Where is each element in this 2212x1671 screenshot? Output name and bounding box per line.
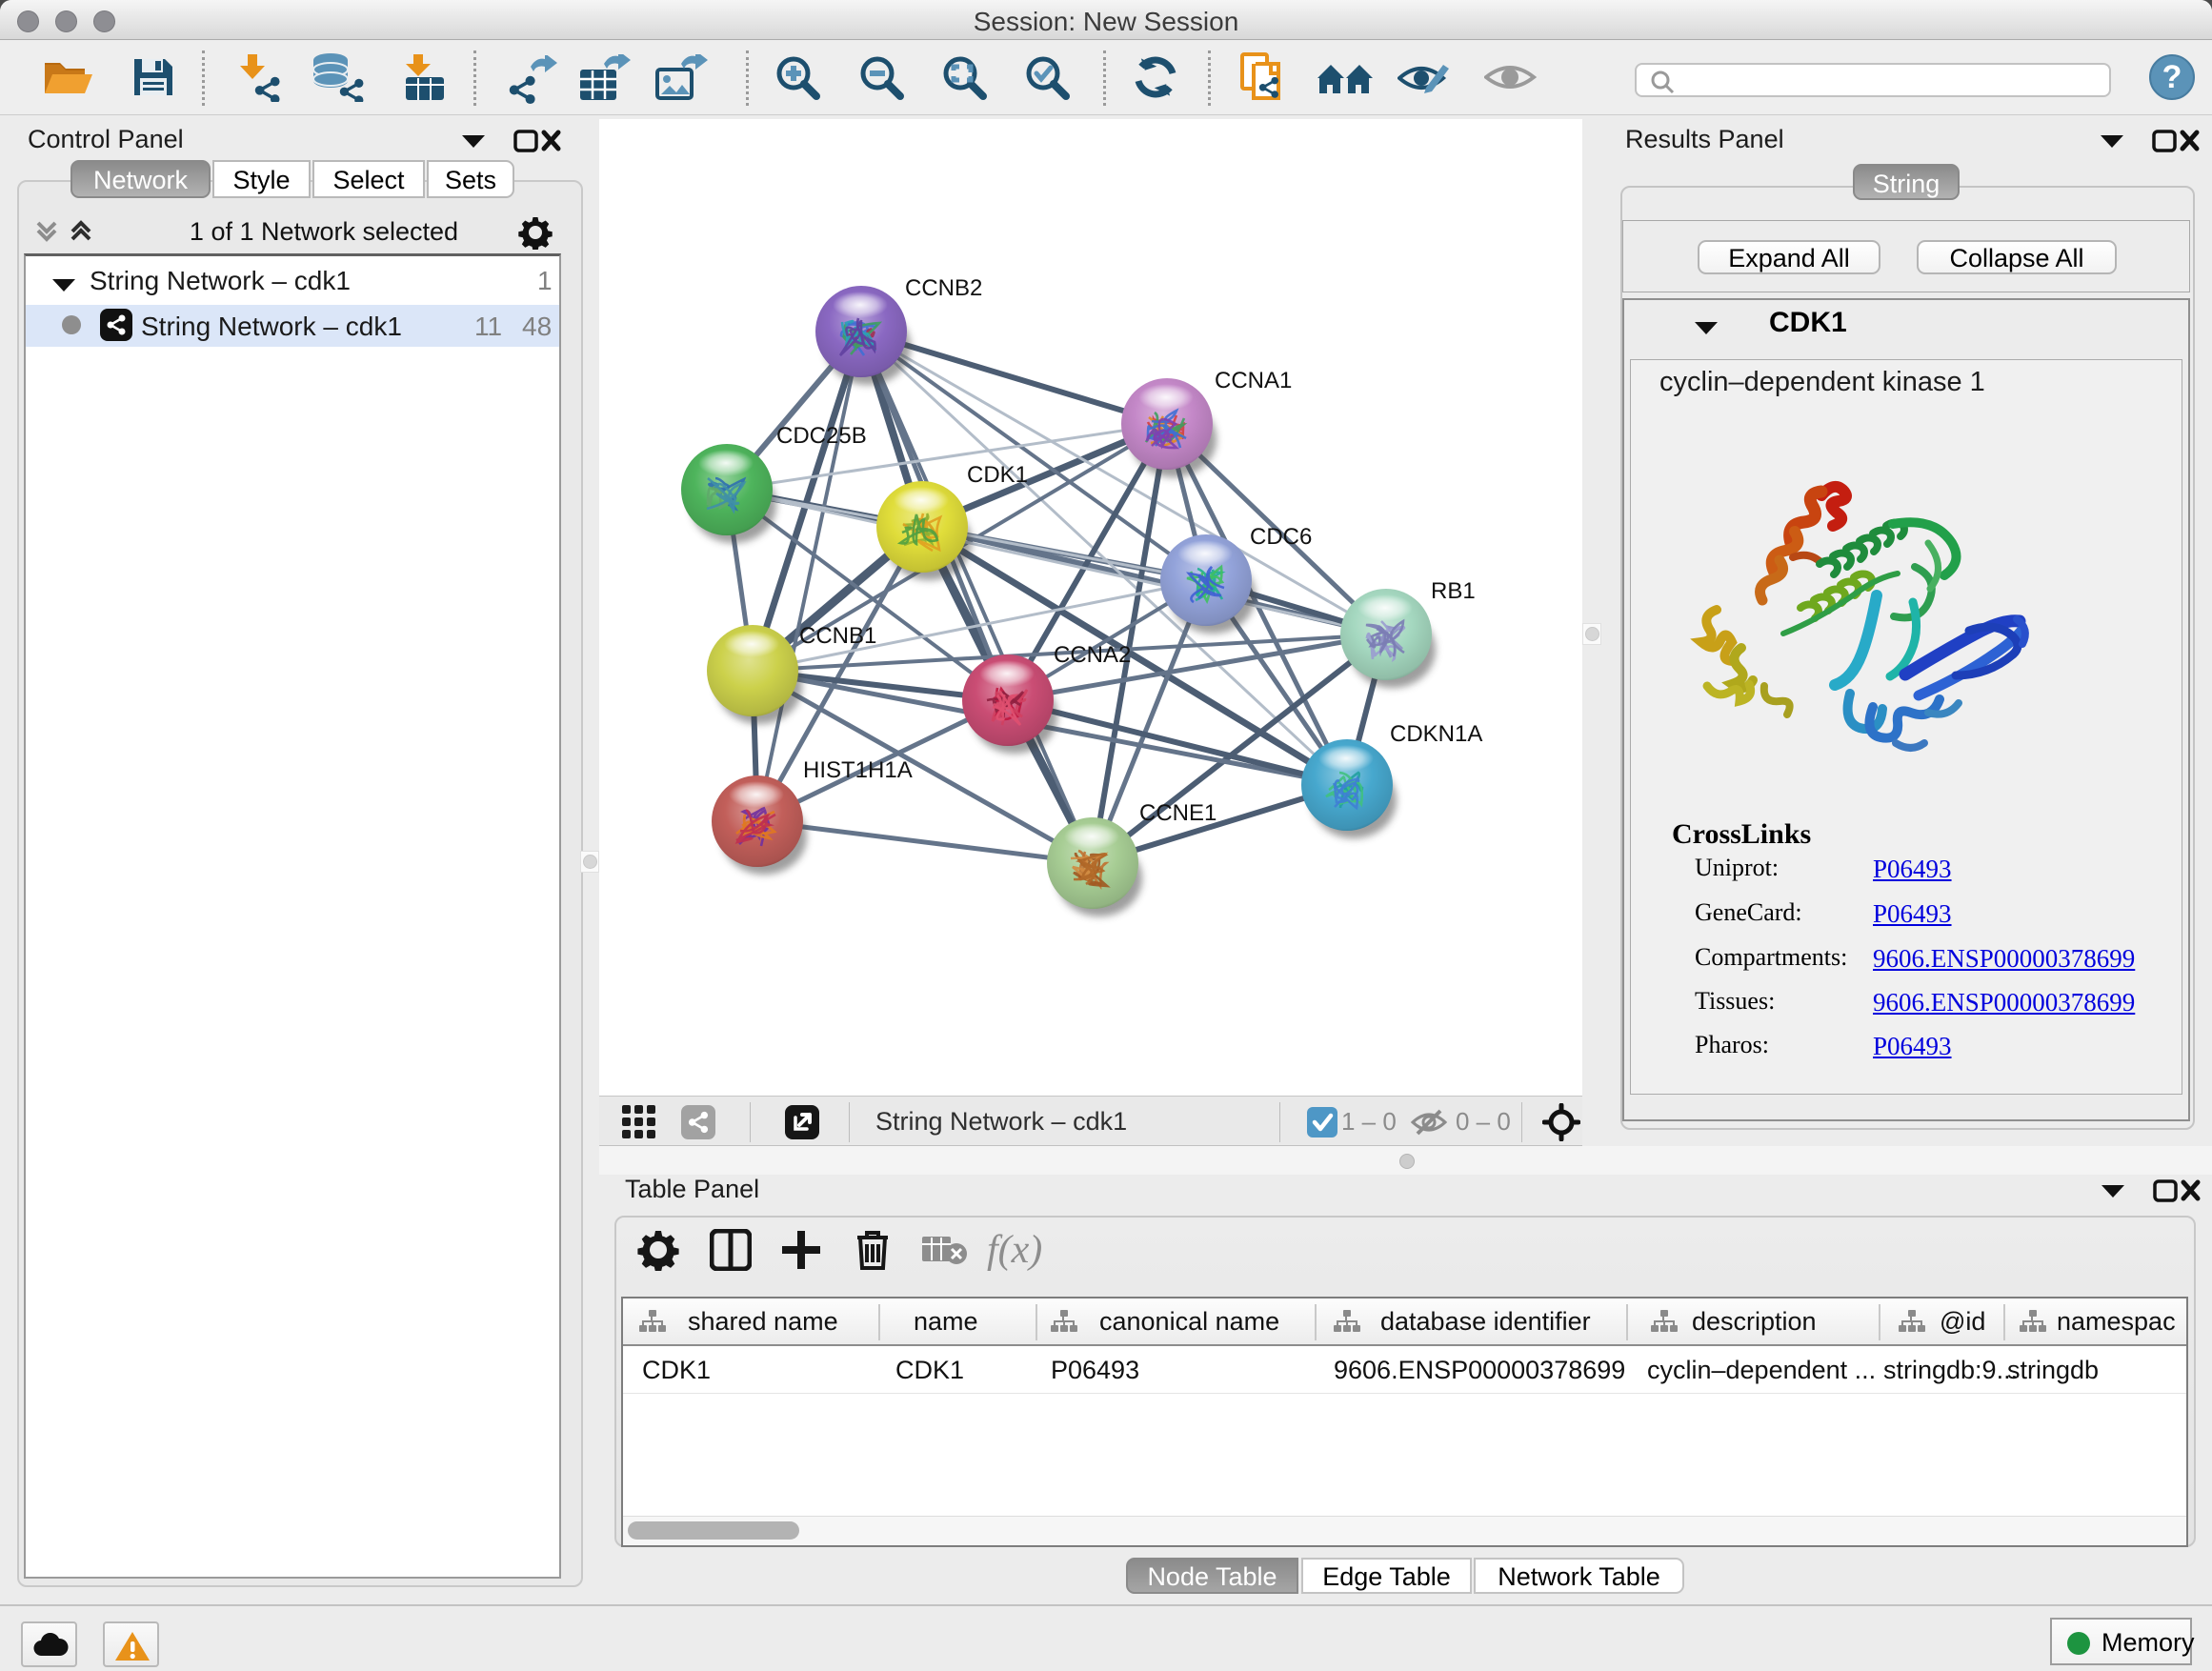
svg-text:CCNB1: CCNB1 [799,623,876,649]
svg-text:?: ? [2162,59,2182,95]
svg-text:CDC6: CDC6 [1250,524,1312,550]
svg-text:CCNA2: CCNA2 [1054,642,1131,668]
svg-text:CCNB2: CCNB2 [905,275,982,301]
svg-text:CDK1: CDK1 [967,462,1028,488]
svg-text:f(x): f(x) [987,1228,1042,1272]
svg-text:CDKN1A: CDKN1A [1390,721,1482,747]
svg-text:RB1: RB1 [1431,578,1476,604]
svg-text:HIST1H1A: HIST1H1A [803,757,913,783]
svg-text:CCNA1: CCNA1 [1215,368,1292,393]
svg-text:CDC25B: CDC25B [776,423,867,449]
svg-text:CCNE1: CCNE1 [1139,800,1217,826]
